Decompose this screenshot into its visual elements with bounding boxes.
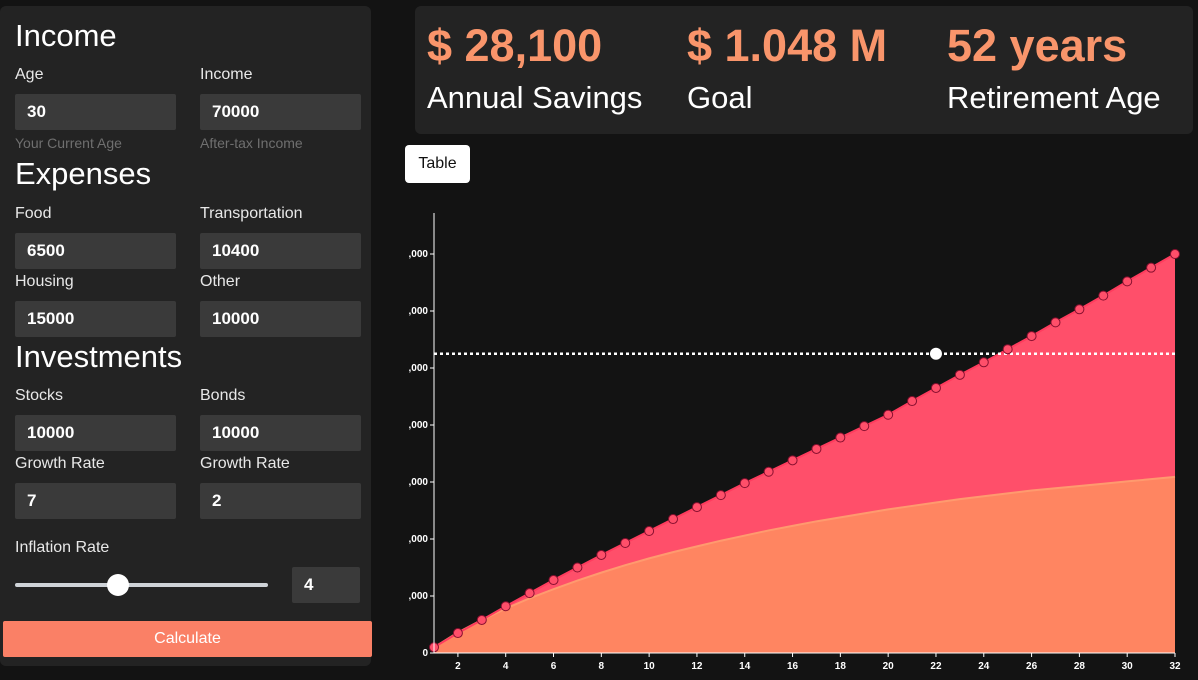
age-input[interactable] [15, 94, 176, 130]
inflation-slider-thumb[interactable] [107, 574, 129, 596]
table-button[interactable]: Table [405, 145, 470, 183]
income-label: Income [200, 66, 253, 83]
y-tick-label-4: ,000 [409, 420, 429, 431]
y-tick-label-2: ,000 [409, 534, 429, 545]
x-tick-label-8: 8 [599, 661, 605, 672]
y-tick-label-0: 0 [422, 648, 428, 659]
data-point-13 [715, 490, 726, 501]
income-input[interactable] [200, 94, 361, 130]
inflation-input[interactable] [292, 567, 360, 603]
bonds-growth-label: Growth Rate [200, 455, 290, 472]
data-point-27 [1050, 317, 1061, 328]
housing-input[interactable] [15, 301, 176, 337]
food-label: Food [15, 205, 52, 222]
inflation-label: Inflation Rate [15, 539, 110, 556]
data-point-31 [1146, 262, 1157, 273]
expenses-section-title: Expenses [15, 156, 152, 191]
x-tick-label-12: 12 [691, 661, 703, 672]
income-helper: After-tax Income [200, 135, 303, 151]
data-point-7 [572, 562, 583, 573]
savings-chart: 0,000,000,000,000,000,000,0002 4 6 8 10 12 14 1… [409, 213, 1181, 672]
x-tick-label-30: 30 [1122, 661, 1134, 672]
x-tick-label-32: 32 [1169, 661, 1181, 672]
data-point-12 [691, 502, 702, 513]
data-point-18 [835, 432, 846, 443]
x-tick-label-6: 6 [551, 661, 557, 672]
y-tick-label-5: ,000 [409, 363, 429, 374]
goal-label: Goal [687, 80, 753, 115]
data-point-9 [620, 537, 631, 548]
annual-savings-value: $ 28,100 [427, 20, 603, 71]
income-section-title: Income [15, 18, 117, 53]
investments-section-title: Investments [15, 339, 183, 374]
x-tick-label-16: 16 [787, 661, 799, 672]
y-tick-label-7: ,000 [409, 249, 429, 260]
stocks-growth-label: Growth Rate [15, 455, 105, 472]
data-point-6 [548, 575, 559, 586]
data-point-19 [859, 421, 870, 432]
x-tick-label-22: 22 [930, 661, 942, 672]
inflation-slider-track[interactable] [15, 583, 268, 587]
data-point-10 [644, 526, 655, 537]
x-tick-label-18: 18 [835, 661, 847, 672]
data-point-17 [811, 443, 822, 454]
data-point-25 [1002, 344, 1013, 355]
y-tick-label-1: ,000 [409, 591, 429, 602]
x-tick-label-20: 20 [883, 661, 895, 672]
data-point-26 [1026, 331, 1037, 342]
data-point-24 [978, 357, 989, 368]
data-point-29 [1098, 290, 1109, 301]
data-point-20 [883, 409, 894, 420]
data-point-22 [930, 382, 941, 393]
bonds-growth-input[interactable] [200, 483, 361, 519]
goal-value: $ 1.048 M [687, 20, 888, 71]
age-label: Age [15, 66, 44, 83]
x-tick-label-26: 26 [1026, 661, 1038, 672]
data-point-5 [524, 588, 535, 599]
housing-label: Housing [15, 273, 74, 290]
retirement-age-value: 52 years [947, 20, 1128, 71]
data-point-2 [452, 628, 463, 639]
annual-savings-label: Annual Savings [427, 80, 643, 115]
age-helper: Your Current Age [15, 135, 122, 151]
x-tick-label-2: 2 [455, 661, 461, 672]
retirement-age-label: Retirement Age [947, 80, 1161, 115]
stocks-label: Stocks [15, 387, 64, 404]
stocks-input[interactable] [15, 415, 176, 451]
data-point-8 [596, 549, 607, 560]
goal-highlight-point [929, 347, 942, 360]
x-tick-label-24: 24 [978, 661, 990, 672]
x-tick-label-10: 10 [644, 661, 656, 672]
x-tick-label-28: 28 [1074, 661, 1086, 672]
data-point-23 [954, 369, 965, 380]
bonds-label: Bonds [200, 387, 246, 404]
data-point-30 [1122, 276, 1133, 287]
other-input[interactable] [200, 301, 361, 337]
data-point-21 [907, 396, 918, 407]
transportation-input[interactable] [200, 233, 361, 269]
transportation-label: Transportation [200, 205, 303, 222]
data-point-28 [1074, 304, 1085, 315]
bonds-input[interactable] [200, 415, 361, 451]
data-point-4 [500, 601, 511, 612]
x-tick-label-14: 14 [739, 661, 751, 672]
x-tick-label-4: 4 [503, 661, 509, 672]
data-point-11 [668, 514, 679, 525]
data-point-14 [739, 478, 750, 489]
other-label: Other [200, 273, 241, 290]
y-tick-label-6: ,000 [409, 306, 429, 317]
y-tick-label-3: ,000 [409, 477, 429, 488]
data-point-3 [476, 614, 487, 625]
data-point-16 [787, 455, 798, 466]
food-input[interactable] [15, 233, 176, 269]
calculate-button[interactable]: Calculate [3, 621, 372, 657]
data-point-15 [763, 466, 774, 477]
stocks-growth-input[interactable] [15, 483, 176, 519]
data-point-32 [1170, 249, 1180, 259]
